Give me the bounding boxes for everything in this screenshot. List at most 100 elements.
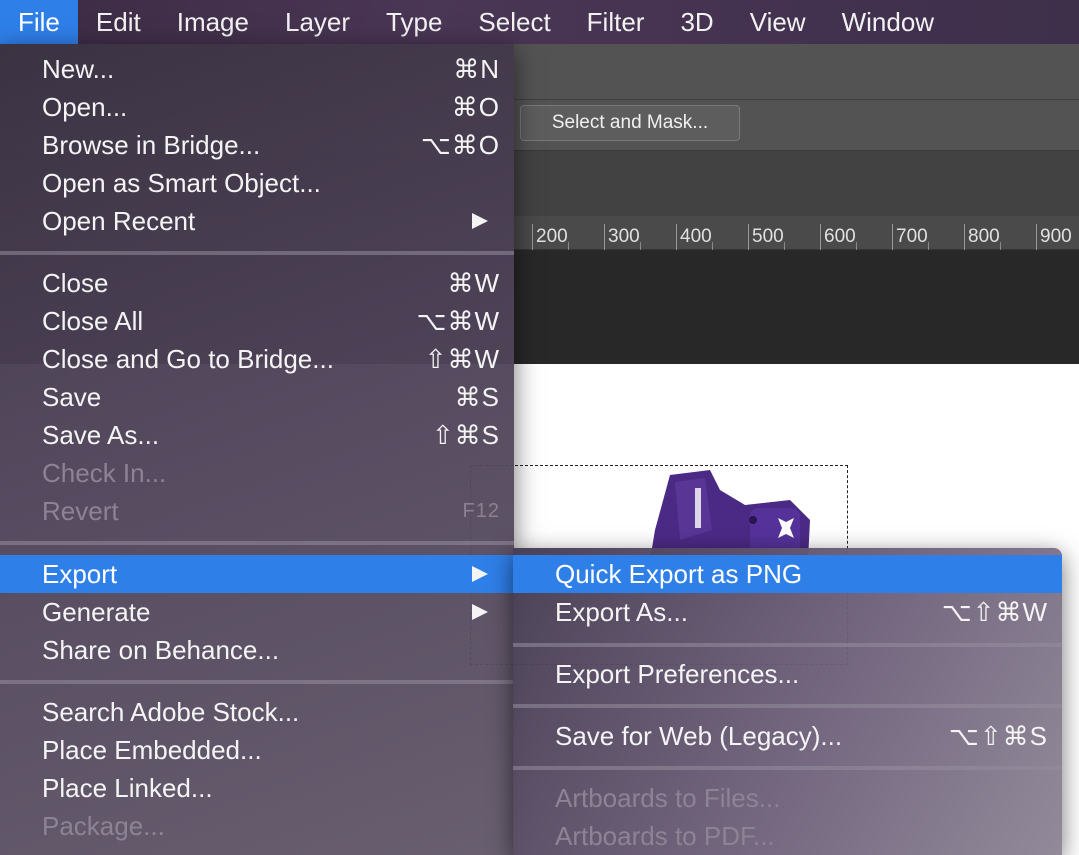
menu-item-shortcut: F12 (462, 500, 500, 522)
menu-item-browse-in-bridge[interactable]: Browse in Bridge... ⌥⌘O (0, 126, 514, 164)
ruler-tick (1036, 224, 1037, 250)
menu-item-label: Package... (42, 811, 165, 841)
menu-item-label: Artboards to PDF... (555, 821, 775, 851)
menu-item-place-linked[interactable]: Place Linked... (0, 769, 514, 807)
menu-item-label: Place Linked... (42, 773, 213, 803)
menu-item-export-preferences[interactable]: Export Preferences... (513, 655, 1062, 693)
menu-item-search-adobe-stock[interactable]: Search Adobe Stock... (0, 693, 514, 731)
menu-select[interactable]: Select (460, 0, 568, 44)
ruler-tick (748, 224, 749, 250)
ruler-minor-tick (640, 242, 641, 250)
menu-file[interactable]: File (0, 0, 78, 44)
ruler-minor-tick (568, 242, 569, 250)
menu-item-artboards-to-files: Artboards to Files... (513, 779, 1062, 817)
product-image (650, 470, 810, 560)
select-and-mask-button[interactable]: Select and Mask... (520, 105, 740, 141)
menu-item-label: Open as Smart Object... (42, 168, 321, 198)
ruler-label: 500 (752, 226, 784, 247)
menu-separator (0, 541, 514, 545)
menu-item-shortcut: ⌥⌘O (420, 130, 500, 160)
menu-item-label: Save As... (42, 420, 160, 450)
menu-item-label: Open... (42, 92, 128, 122)
menu-item-check-in: Check In... (0, 454, 514, 492)
ruler-tick (820, 224, 821, 250)
menu-item-shortcut: ⌘S (454, 382, 500, 412)
ruler-minor-tick (784, 242, 785, 250)
export-submenu: Quick Export as PNG Export As... ⌥⇧⌘W Ex… (513, 548, 1062, 855)
menu-item-place-embedded[interactable]: Place Embedded... (0, 731, 514, 769)
menu-item-label: Revert (42, 496, 119, 526)
menu-item-open-as-smart-object[interactable]: Open as Smart Object... (0, 164, 514, 202)
menu-item-label: Export (42, 559, 118, 589)
ruler-tick (604, 224, 605, 250)
menu-item-shortcut: ⌥⇧⌘W (941, 597, 1048, 627)
menu-item-export[interactable]: Export (0, 555, 514, 593)
menu-view[interactable]: View (732, 0, 824, 44)
file-menu: New... ⌘N Open... ⌘O Browse in Bridge...… (0, 44, 514, 855)
menu-item-label: Quick Export as PNG (555, 559, 803, 589)
ruler-minor-tick (1000, 242, 1001, 250)
menu-item-shortcut: ⌥⌘W (416, 306, 500, 336)
ruler-label: 400 (680, 226, 712, 247)
menu-edit[interactable]: Edit (78, 0, 159, 44)
ruler-label: 900 (1040, 226, 1072, 247)
submenu-arrow-icon (472, 213, 488, 229)
menu-type[interactable]: Type (368, 0, 460, 44)
menu-item-quick-export-as-png[interactable]: Quick Export as PNG (513, 555, 1062, 593)
ruler-tick (676, 224, 677, 250)
ruler-label: 600 (824, 226, 856, 247)
menu-separator (513, 704, 1062, 708)
menu-item-label: Export Preferences... (555, 659, 800, 689)
menu-item-label: Export As... (555, 597, 688, 627)
menu-item-shortcut: ⇧⌘W (424, 344, 500, 374)
menu-item-shortcut: ⌘N (453, 54, 500, 84)
menu-item-label: Share on Behance... (42, 635, 280, 665)
menu-item-label: Save (42, 382, 102, 412)
menu-item-close-all[interactable]: Close All ⌥⌘W (0, 302, 514, 340)
menu-item-share-on-behance[interactable]: Share on Behance... (0, 631, 514, 669)
menu-item-save-as[interactable]: Save As... ⇧⌘S (0, 416, 514, 454)
menu-item-save[interactable]: Save ⌘S (0, 378, 514, 416)
menu-item-label: Artboards to Files... (555, 783, 781, 813)
ruler-tick (964, 224, 965, 250)
menu-item-label: Save for Web (Legacy)... (555, 721, 843, 751)
menu-item-export-as[interactable]: Export As... ⌥⇧⌘W (513, 593, 1062, 631)
ruler-label: 200 (536, 226, 568, 247)
menu-item-close[interactable]: Close ⌘W (0, 264, 514, 302)
menu-item-generate[interactable]: Generate (0, 593, 514, 631)
menu-item-package: Package... (0, 807, 514, 845)
submenu-arrow-icon (472, 604, 488, 620)
menu-item-open-recent[interactable]: Open Recent (0, 202, 514, 240)
menu-3d[interactable]: 3D (662, 0, 731, 44)
menu-item-shortcut: ⌥⇧⌘S (948, 721, 1048, 751)
menu-image[interactable]: Image (159, 0, 267, 44)
menu-item-label: Search Adobe Stock... (42, 697, 300, 727)
menu-item-save-for-web[interactable]: Save for Web (Legacy)... ⌥⇧⌘S (513, 717, 1062, 755)
menu-item-close-and-go-to-bridge[interactable]: Close and Go to Bridge... ⇧⌘W (0, 340, 514, 378)
menu-item-label: Place Embedded... (42, 735, 262, 765)
menu-separator (513, 643, 1062, 647)
menu-item-revert: Revert F12 (0, 492, 514, 530)
menu-separator (513, 766, 1062, 770)
menu-item-label: Generate (42, 597, 151, 627)
menu-item-label: Open Recent (42, 206, 196, 236)
ruler-tick (532, 224, 533, 250)
menu-item-open[interactable]: Open... ⌘O (0, 88, 514, 126)
menu-item-label: Close and Go to Bridge... (42, 344, 334, 374)
ruler-minor-tick (712, 242, 713, 250)
submenu-arrow-icon (472, 566, 488, 582)
menu-layer[interactable]: Layer (267, 0, 368, 44)
menu-filter[interactable]: Filter (569, 0, 663, 44)
menu-window[interactable]: Window (824, 0, 952, 44)
ruler-label: 300 (608, 226, 640, 247)
ruler-tick (892, 224, 893, 250)
ruler-minor-tick (928, 242, 929, 250)
menu-bar: File Edit Image Layer Type Select Filter… (0, 0, 1079, 44)
menu-separator (0, 251, 514, 255)
ruler-minor-tick (856, 242, 857, 250)
menu-item-label: Close (42, 268, 109, 298)
menu-item-new[interactable]: New... ⌘N (0, 50, 514, 88)
menu-item-label: Browse in Bridge... (42, 130, 261, 160)
menu-item-label: New... (42, 54, 115, 84)
menu-item-shortcut: ⌘O (451, 92, 500, 122)
